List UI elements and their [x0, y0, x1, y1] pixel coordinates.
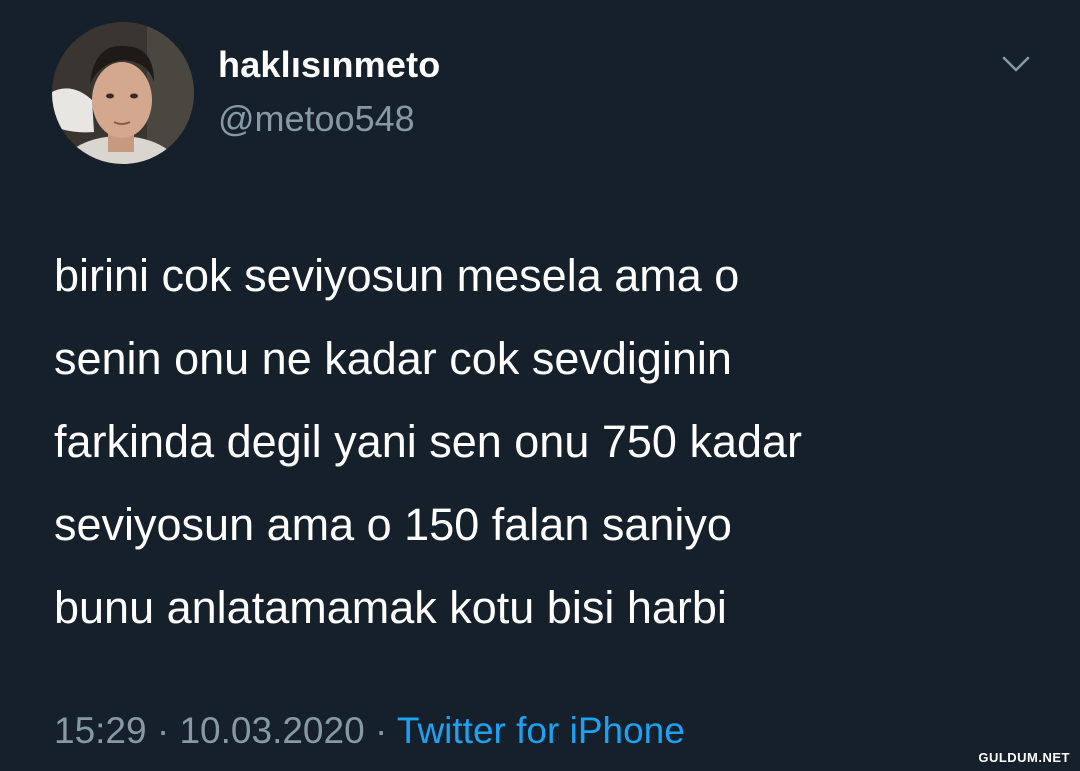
meta-separator: · — [374, 710, 388, 751]
tweet-text: birini cok seviyosun mesela ama o senin … — [54, 234, 1044, 649]
tweet-date[interactable]: 10.03.2020 — [179, 710, 364, 751]
tweet-text-line: senin onu ne kadar cok sevdiginin — [54, 333, 732, 384]
tweet-text-line: bunu anlatamamak kotu bisi harbi — [54, 582, 727, 633]
tweet-text-line: birini cok seviyosun mesela ama o — [54, 250, 740, 301]
tweet-text-line: farkinda degil yani sen onu 750 kadar — [54, 416, 803, 467]
tweet-text-line: seviyosun ama o 150 falan saniyo — [54, 499, 732, 550]
tweet-time[interactable]: 15:29 — [54, 710, 147, 751]
watermark: GULDUM.NET — [978, 750, 1070, 765]
user-handle[interactable]: @metoo548 — [218, 98, 415, 140]
meta-separator: · — [156, 710, 170, 751]
display-name[interactable]: haklısınmeto — [218, 44, 440, 86]
tweet-meta: 15:29 · 10.03.2020 · Twitter for iPhone — [54, 710, 685, 752]
chevron-down-icon[interactable] — [1000, 52, 1032, 76]
avatar[interactable] — [52, 22, 194, 164]
avatar-photo — [52, 22, 194, 164]
tweet-source-link[interactable]: Twitter for iPhone — [397, 710, 685, 751]
tweet-card: haklısınmeto @metoo548 birini cok seviyo… — [0, 0, 1080, 771]
